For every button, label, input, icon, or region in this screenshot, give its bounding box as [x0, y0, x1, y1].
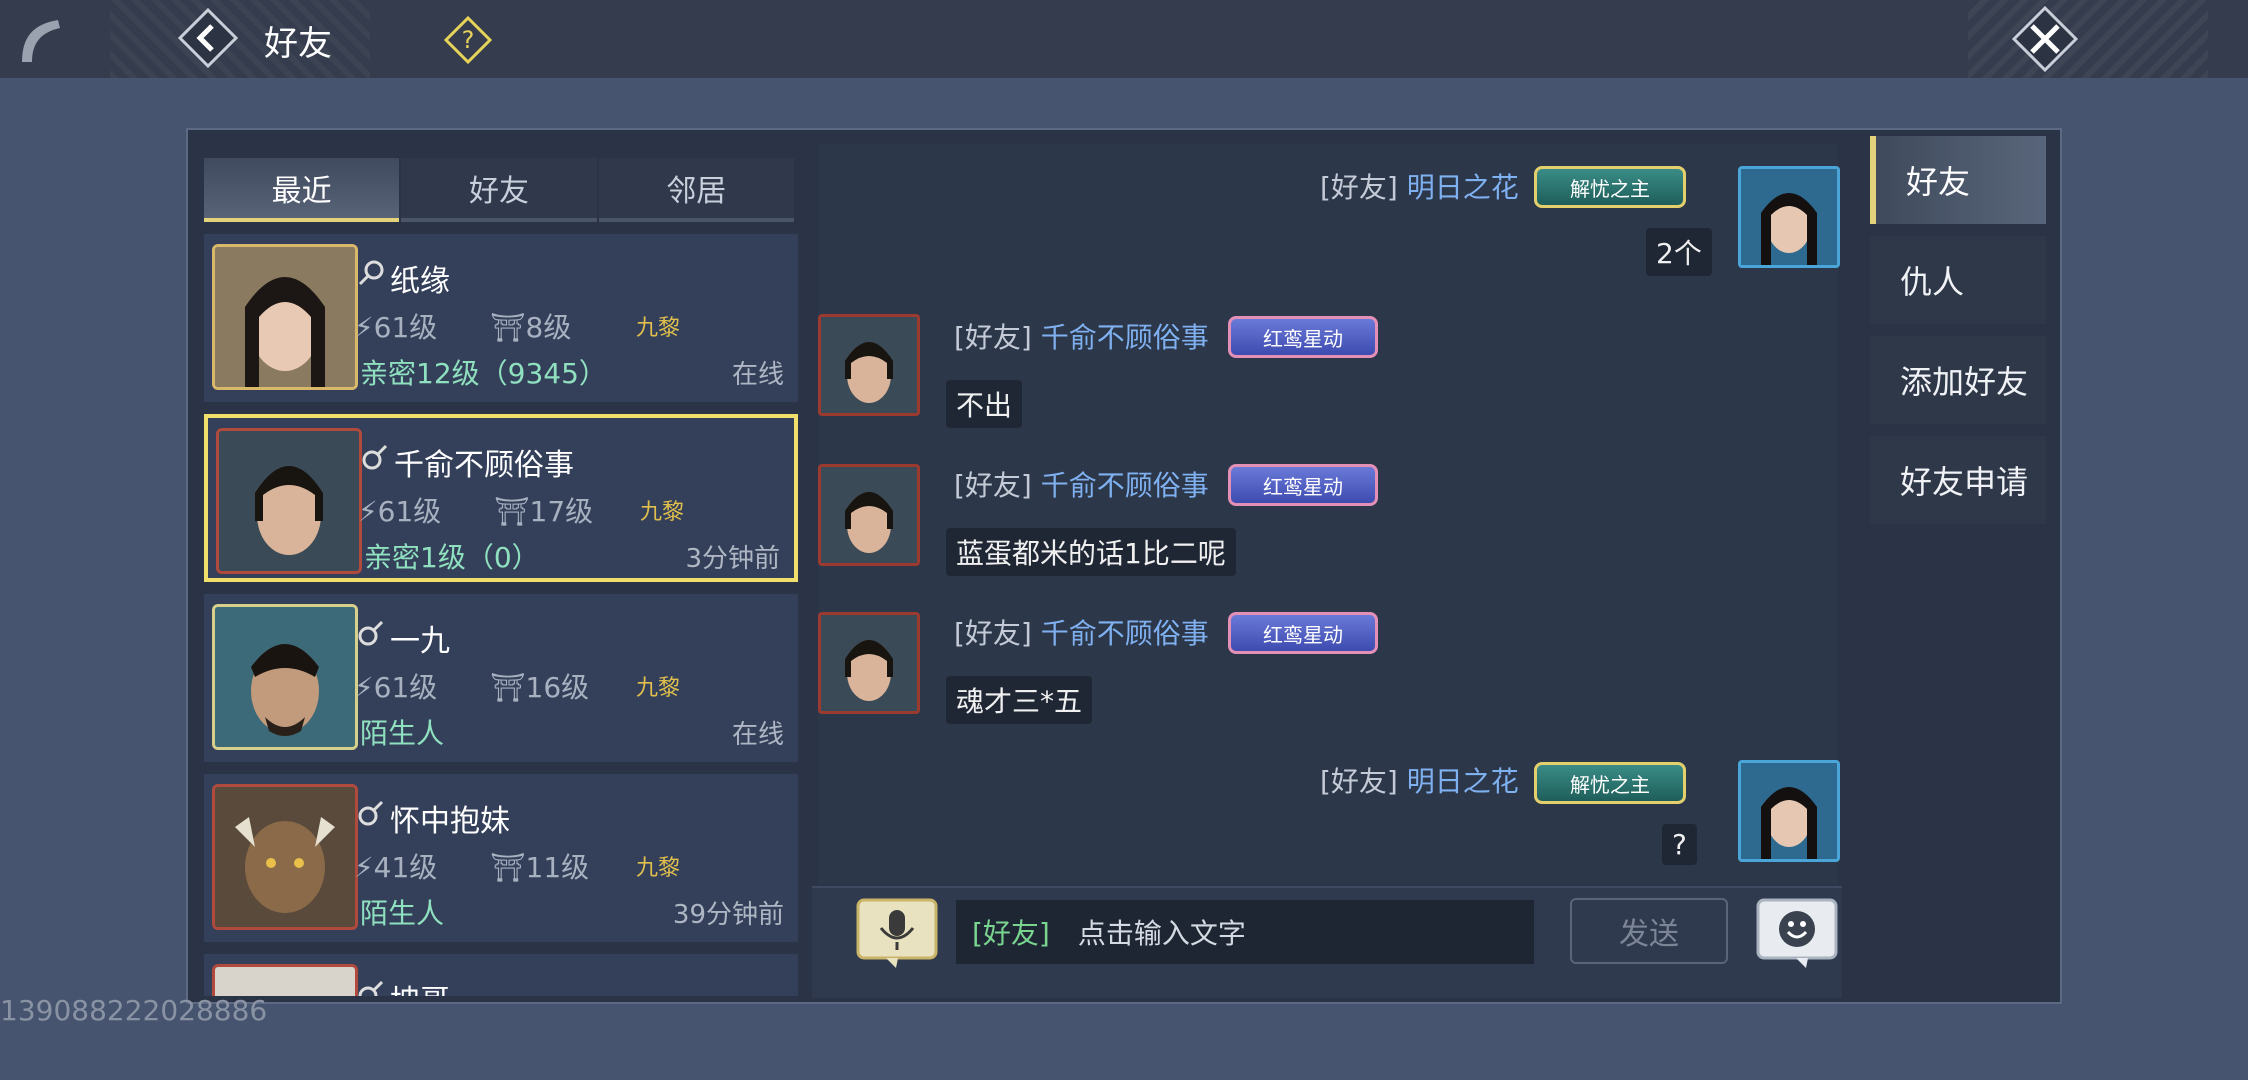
title-badge: 解忧之主: [1534, 166, 1686, 208]
avatar[interactable]: [818, 464, 920, 566]
channel-tag: [好友]: [954, 321, 1032, 354]
avatar[interactable]: [818, 314, 920, 416]
side-tab-friends[interactable]: 好友: [1870, 136, 2046, 224]
emoji-button[interactable]: [1756, 898, 1838, 970]
sender-name[interactable]: 千俞不顾俗事: [1041, 469, 1209, 502]
friend-name: 一九: [390, 624, 450, 659]
intimacy-level: 陌生人: [360, 897, 445, 930]
title-badge: 红鸾星动: [1228, 316, 1378, 358]
message-header: [好友] 明日之花: [1320, 760, 1519, 800]
house-level: ⛩11级: [490, 851, 590, 884]
sender-name[interactable]: 明日之花: [1407, 171, 1519, 204]
tab-neighbors[interactable]: 邻居: [598, 158, 794, 222]
avatar[interactable]: [1738, 760, 1840, 862]
friend-card-selected[interactable]: 千俞不顾俗事 ⚡61级 ⛩17级 九黎 亲密1级（0） 3分钟前: [204, 414, 798, 582]
character-level: ⚡61级: [358, 495, 442, 528]
svg-text:?: ?: [462, 26, 475, 54]
avatar: [212, 964, 358, 996]
tab-recent[interactable]: 最近: [204, 158, 400, 222]
friend-card[interactable]: 纸缘 ⚡61级 ⛩8级 九黎 亲密12级（9345） 在线: [204, 234, 798, 402]
online-status: 3分钟前: [685, 544, 780, 574]
intimacy-level: 陌生人: [360, 717, 445, 750]
side-tab-enemies[interactable]: 仇人: [1870, 236, 2046, 324]
message-bubble: 不出: [946, 380, 1023, 428]
avatar[interactable]: [818, 612, 920, 714]
avatar: [212, 784, 358, 930]
avatar: [212, 604, 358, 750]
help-icon[interactable]: ?: [444, 16, 492, 64]
male-gender-icon: [362, 444, 388, 470]
male-gender-icon: [358, 800, 384, 826]
message-header: [好友] 千俞不顾俗事: [954, 612, 1209, 652]
back-button[interactable]: [178, 8, 238, 68]
voice-button[interactable]: [856, 898, 938, 970]
sender-name[interactable]: 千俞不顾俗事: [1041, 617, 1209, 650]
message-bubble: 魂才三*五: [946, 676, 1093, 724]
friend-category-tabs: 最近 好友 邻居: [204, 158, 796, 222]
guild-name: 九黎: [636, 676, 681, 701]
chat-input[interactable]: [好友] 点击输入文字: [956, 900, 1534, 964]
guild-name: 九黎: [636, 856, 681, 881]
hook-icon[interactable]: [14, 14, 64, 66]
title-badge: 红鸾星动: [1228, 464, 1378, 506]
friend-name: 怀中抱妹: [390, 804, 510, 839]
title-badge: 解忧之主: [1534, 762, 1686, 804]
female-gender-icon: [358, 260, 384, 286]
character-level: ⚡61级: [354, 671, 438, 704]
input-placeholder: 点击输入文字: [1077, 917, 1246, 950]
friend-list[interactable]: 纸缘 ⚡61级 ⛩8级 九黎 亲密12级（9345） 在线 千俞不顾俗事 ⚡61…: [204, 234, 798, 996]
avatar: [216, 428, 362, 574]
top-bar-pattern-right: [1968, 0, 2208, 78]
side-tab-friend-requests[interactable]: 好友申请: [1870, 436, 2046, 524]
close-icon[interactable]: [2012, 6, 2078, 72]
male-gender-icon: [358, 620, 384, 646]
message-bubble: ?: [1662, 824, 1697, 865]
friend-name: 千俞不顾俗事: [394, 448, 574, 483]
channel-tag: [好友]: [954, 617, 1032, 650]
channel-tag: [好友]: [1320, 171, 1398, 204]
title-badge: 红鸾星动: [1228, 612, 1378, 654]
sender-name[interactable]: 明日之花: [1407, 765, 1519, 798]
friend-card[interactable]: 一九 ⚡61级 ⛩16级 九黎 陌生人 在线: [204, 594, 798, 762]
input-channel-tag: [好友]: [972, 917, 1050, 950]
online-status: 在线: [731, 720, 784, 750]
guild-name: 九黎: [640, 500, 685, 525]
channel-tag: [好友]: [954, 469, 1032, 502]
online-status: 在线: [731, 360, 784, 390]
friend-name: 纸缘: [390, 264, 450, 299]
avatar: [212, 244, 358, 390]
sender-name[interactable]: 千俞不顾俗事: [1041, 321, 1209, 354]
friend-card[interactable]: 怀中抱妹 ⚡41级 ⛩11级 九黎 陌生人 39分钟前: [204, 774, 798, 942]
tab-friends[interactable]: 好友: [401, 158, 597, 222]
message-header: [好友] 明日之花: [1320, 166, 1519, 206]
send-button[interactable]: 发送: [1570, 898, 1728, 964]
house-level: ⛩17级: [494, 495, 594, 528]
online-status: 39分钟前: [672, 900, 784, 930]
character-level: ⚡61级: [354, 311, 438, 344]
friend-card[interactable]: 坤哥: [204, 954, 798, 996]
intimacy-level: 亲密1级（0）: [364, 541, 540, 574]
male-gender-icon: [358, 980, 384, 996]
message-header: [好友] 千俞不顾俗事: [954, 316, 1209, 356]
message-bubble: 蓝蛋都米的话1比二呢: [946, 528, 1236, 576]
top-bar: [0, 0, 2248, 78]
message-header: [好友] 千俞不顾俗事: [954, 464, 1209, 504]
intimacy-level: 亲密12级（9345）: [360, 357, 607, 390]
watermark-text: 139088222028886: [0, 994, 268, 1027]
character-level: ⚡41级: [354, 851, 438, 884]
avatar[interactable]: [1738, 166, 1840, 268]
side-tab-add-friend[interactable]: 添加好友: [1870, 336, 2046, 424]
house-level: ⛩16级: [490, 671, 590, 704]
message-bubble: 2个: [1646, 228, 1712, 276]
channel-tag: [好友]: [1320, 765, 1398, 798]
page-title: 好友: [264, 24, 332, 64]
guild-name: 九黎: [636, 316, 681, 341]
house-level: ⛩8级: [490, 311, 572, 344]
friend-name: 坤哥: [390, 976, 450, 996]
